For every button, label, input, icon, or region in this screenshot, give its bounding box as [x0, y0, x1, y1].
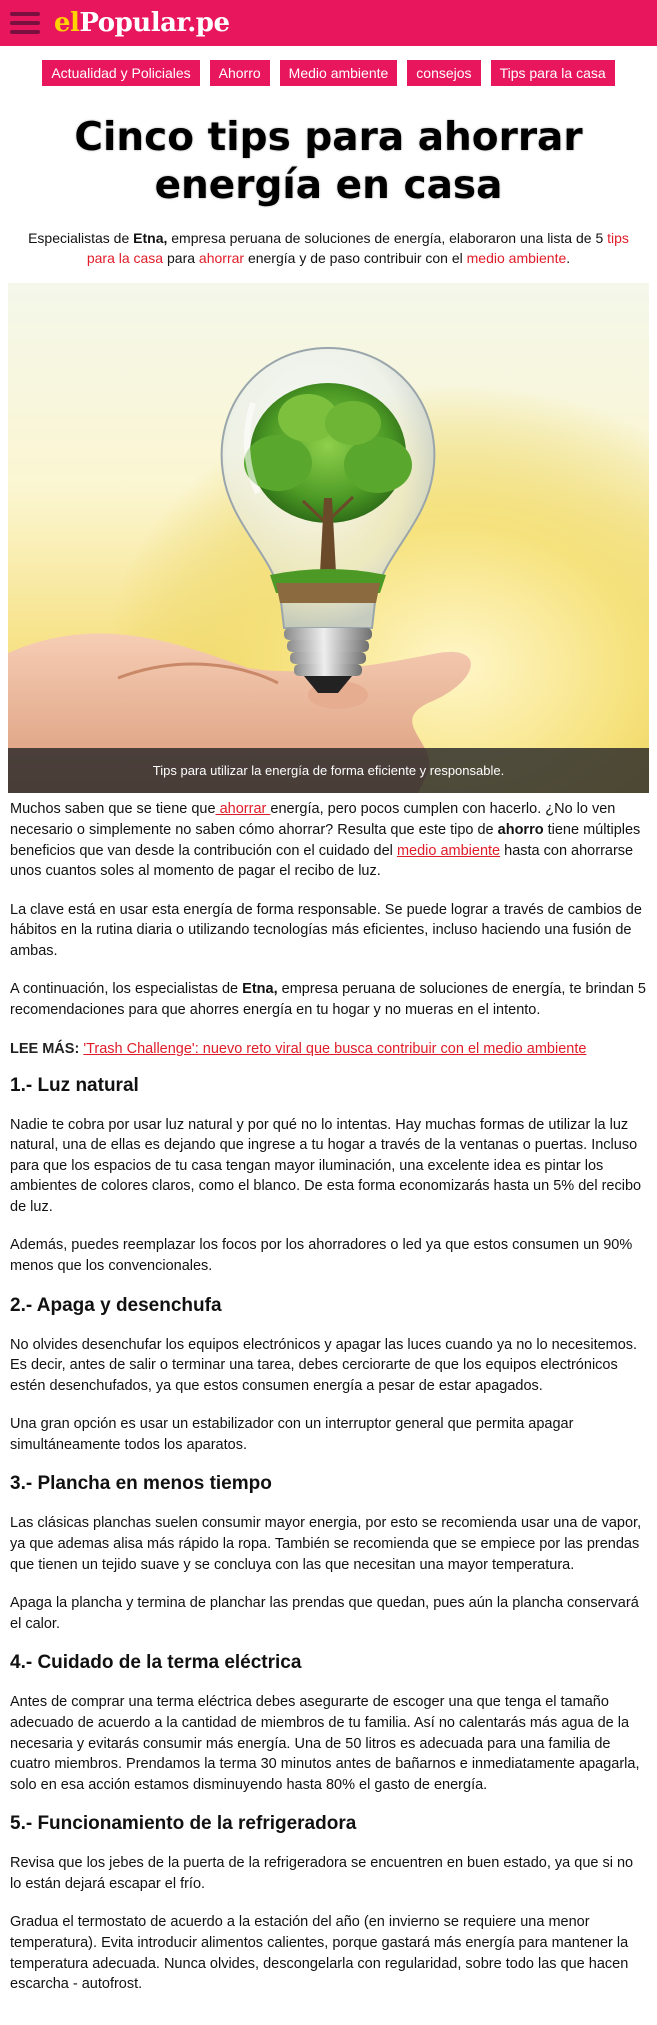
- section-heading: 3.- Plancha en menos tiempo: [10, 1473, 272, 1495]
- section-paragraph: Nadie te cobra por usar luz natural y po…: [10, 1116, 642, 1215]
- article-image: Tips para utilizar la energía de forma e…: [8, 283, 649, 794]
- lee-mas-link[interactable]: 'Trash Challenge': nuevo reto viral que …: [83, 1041, 586, 1057]
- section-paragraph: Revisa que los jebes de la puerta de la …: [10, 1855, 634, 1892]
- section-paragraph: Además, puedes reemplazar los focos por …: [10, 1237, 633, 1275]
- link-medio-ambiente-body[interactable]: medio ambiente: [397, 843, 500, 859]
- tag-list: Actualidad y Policiales Ahorro Medio amb…: [0, 46, 657, 86]
- section-heading: 4.- Cuidado de la terma eléctrica: [10, 1652, 302, 1674]
- link-ahorrar-body[interactable]: ahorrar: [216, 801, 271, 817]
- paragraph-intro: Muchos saben que se tiene que ahorrar en…: [10, 801, 641, 880]
- tag-tips-casa[interactable]: Tips para la casa: [490, 60, 615, 86]
- lee-mas: LEE MÁS: 'Trash Challenge': nuevo reto v…: [10, 1040, 587, 1057]
- section-paragraph: Gradua el termostato de acuerdo a la est…: [10, 1914, 629, 1993]
- paragraph-clave: La clave está en usar esta energía de fo…: [10, 901, 642, 959]
- tag-actualidad[interactable]: Actualidad y Policiales: [42, 60, 200, 86]
- tag-ahorro[interactable]: Ahorro: [209, 60, 270, 86]
- section-paragraph: Las clásicas planchas suelen consumir ma…: [10, 1515, 642, 1573]
- link-medio-ambiente[interactable]: medio ambiente: [467, 250, 567, 266]
- tag-consejos[interactable]: consejos: [407, 60, 481, 86]
- article-title: Cinco tips para ahorrar energía en casa: [74, 115, 583, 208]
- menu-icon[interactable]: [10, 12, 40, 34]
- section-paragraph: Apaga la plancha y termina de planchar l…: [10, 1595, 639, 1632]
- section-paragraph: Antes de comprar una terma eléctrica deb…: [10, 1694, 640, 1793]
- link-ahorrar[interactable]: ahorrar: [199, 250, 244, 266]
- site-header: elPopular.pe: [0, 0, 657, 46]
- site-logo[interactable]: elPopular.pe: [54, 8, 230, 38]
- section-heading: 1.- Luz natural: [10, 1074, 139, 1096]
- section-paragraph: No olvides desenchufar los equipos elect…: [10, 1336, 638, 1394]
- article-lead: Especialistas de Etna, empresa peruana d…: [28, 230, 629, 266]
- tag-medio-ambiente[interactable]: Medio ambiente: [279, 60, 398, 86]
- paragraph-continuacion: A continuación, los especialistas de Etn…: [10, 981, 646, 1018]
- section-heading: 5.- Funcionamiento de la refrigeradora: [10, 1813, 357, 1835]
- section-paragraph: Una gran opción es usar un estabilizador…: [10, 1416, 574, 1453]
- section-heading: 2.- Apaga y desenchufa: [10, 1294, 222, 1316]
- article-body: Muchos saben que se tiene que ahorrar en…: [0, 799, 657, 1994]
- image-caption: Tips para utilizar la energía de forma e…: [8, 748, 649, 794]
- lightbulb-tree-illustration: [8, 283, 649, 794]
